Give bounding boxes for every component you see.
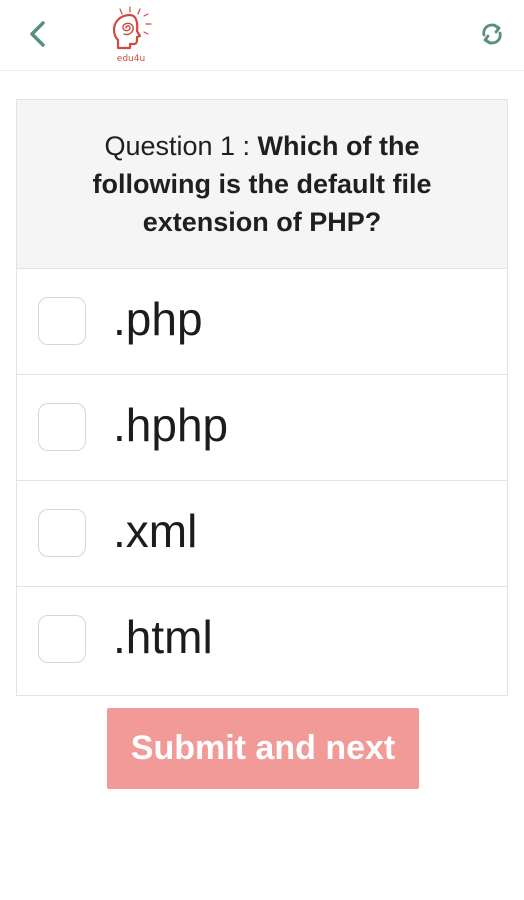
refresh-button[interactable] [472,14,512,54]
top-bar: edu4u [0,0,524,71]
option-checkbox[interactable] [38,297,86,345]
app-logo: edu4u [100,4,160,66]
question-text: Question 1 : Which of the following is t… [65,127,459,241]
option-label: .php [113,293,203,345]
option-label: .xml [113,505,198,557]
question-header: Question 1 : Which of the following is t… [17,100,507,269]
logo-head-icon [112,6,152,50]
back-button[interactable] [18,14,58,54]
option-checkbox[interactable] [38,509,86,557]
submit-next-button[interactable]: Submit and next [107,708,419,789]
option-label: .hphp [113,399,229,451]
answer-option[interactable]: .hphp [17,375,507,481]
option-checkbox[interactable] [38,615,86,663]
answer-option[interactable]: .xml [17,481,507,587]
answer-option[interactable]: .html [17,587,507,693]
quiz-card: Question 1 : Which of the following is t… [16,99,508,696]
option-label: .html [113,611,213,663]
refresh-icon [482,23,502,45]
option-checkbox[interactable] [38,403,86,451]
answer-option[interactable]: .php [17,269,507,375]
question-number: Question 1 : [104,131,258,161]
logo-text: edu4u [116,54,146,64]
chevron-left-icon [30,21,45,47]
